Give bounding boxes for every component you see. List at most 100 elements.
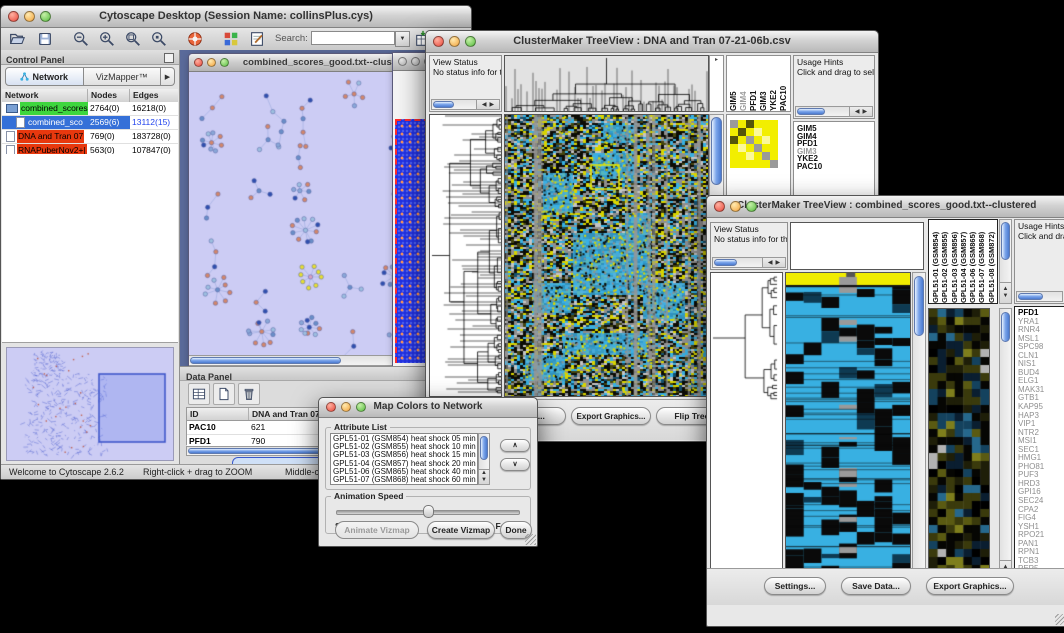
tv2-zoom-view[interactable]	[928, 308, 990, 582]
scrollbar-thumb[interactable]	[914, 276, 924, 336]
open-file-icon[interactable]	[7, 29, 27, 49]
attribute-list[interactable]: GPL51-01 (GSM854) heat shock 05 minGPL51…	[330, 433, 478, 485]
tv1-usage-hscrollbar[interactable]: ◀▶	[795, 106, 873, 117]
animate-vizmap-button[interactable]: Animate Vizmap	[335, 521, 419, 539]
network-name-cell: DNA and Tran 07	[2, 130, 88, 143]
minimize-icon[interactable]	[207, 58, 216, 67]
main-titlebar[interactable]: Cytoscape Desktop (Session Name: collins…	[1, 6, 471, 28]
scrollbar-thumb[interactable]	[1001, 312, 1010, 342]
close-icon[interactable]	[326, 402, 336, 412]
scrollbar-arrows[interactable]: ◀▶	[849, 107, 872, 116]
save-session-icon[interactable]	[35, 29, 55, 49]
save-data-button[interactable]: Save Data...	[841, 577, 911, 595]
attribute-list-label: Attribute List	[331, 422, 390, 432]
network-overview-canvas[interactable]	[7, 348, 174, 460]
minimize-icon[interactable]	[730, 201, 741, 212]
tv2-status-hscrollbar[interactable]: ◀▶	[712, 257, 786, 268]
vizmap-shortcut-icon[interactable]	[221, 29, 241, 49]
network-view-titlebar[interactable]: combined_scores_good.txt--cluste...	[189, 54, 422, 72]
tab-network[interactable]: Network	[5, 67, 84, 86]
attribute-list-item[interactable]: GPL51-07 (GSM868) heat shock 60 min	[333, 476, 477, 484]
scrollbar-thumb[interactable]	[714, 259, 737, 266]
scrollbar-arrows[interactable]: ▲▼	[1000, 282, 1011, 303]
export-graphics-button[interactable]: Export Graphics...	[926, 577, 1014, 595]
zoom-window-icon[interactable]	[356, 402, 366, 412]
create-vizmap-button[interactable]: Create Vizmap	[427, 521, 495, 539]
network-view-canvas[interactable]	[189, 72, 420, 355]
tab-vizmapper[interactable]: VizMapper™	[84, 67, 162, 86]
move-up-button[interactable]: ∧	[500, 439, 530, 452]
scrollbar-arrows[interactable]: ▲▼	[479, 469, 489, 484]
tv2-row-dendrogram[interactable]	[710, 272, 783, 592]
minimize-icon[interactable]	[24, 11, 35, 22]
main-window-title: Cytoscape Desktop (Session Name: collins…	[1, 10, 471, 22]
scrollbar-thumb[interactable]	[190, 357, 341, 364]
tv2-collabels-vscrollbar[interactable]: ▲▼	[999, 219, 1012, 304]
treeview2-titlebar[interactable]: ClusterMaker TreeView : combined_scores_…	[707, 196, 1064, 218]
zoom-fit-icon[interactable]	[123, 29, 143, 49]
network-table-header[interactable]: Network Nodes Edges	[2, 89, 178, 103]
speed-slider-track[interactable]	[336, 510, 520, 515]
float-panel-icon[interactable]	[164, 53, 174, 63]
speed-slider-thumb[interactable]	[423, 505, 434, 518]
network-table-row[interactable]: combined_sco2569(6)13112(15)	[2, 116, 178, 130]
zoom-in-icon[interactable]	[97, 29, 117, 49]
scrollbar-thumb[interactable]	[711, 117, 722, 185]
zoom-out-icon[interactable]	[71, 29, 91, 49]
close-icon[interactable]	[433, 36, 444, 47]
move-down-button[interactable]: ∨	[500, 458, 530, 471]
scrollbar-thumb[interactable]	[1018, 293, 1043, 300]
tv2-zoom-vscrollbar[interactable]: ▲▼	[999, 308, 1012, 582]
close-icon[interactable]	[714, 201, 725, 212]
close-icon[interactable]	[8, 11, 19, 22]
zoom-window-icon[interactable]	[465, 36, 476, 47]
close-icon[interactable]	[398, 57, 407, 66]
tv1-mini-heatmap[interactable]	[730, 120, 778, 168]
tv2-column-dendrogram[interactable]	[790, 222, 924, 270]
attribute-select-icon[interactable]	[188, 383, 210, 405]
close-icon[interactable]	[194, 58, 203, 67]
minimize-icon[interactable]	[411, 57, 420, 66]
scrollbar-arrows[interactable]: ◀▶	[476, 100, 499, 109]
zoom-selected-icon[interactable]	[149, 29, 169, 49]
network-table-row[interactable]: combined_scores2764(0)16218(0)	[2, 102, 178, 116]
treeview1-titlebar[interactable]: ClusterMaker TreeView : DNA and Tran 07-…	[426, 31, 878, 53]
export-graphics-button[interactable]: Export Graphics...	[571, 407, 651, 425]
zoom-window-icon[interactable]	[746, 201, 757, 212]
minimize-icon[interactable]	[341, 402, 351, 412]
resize-grip[interactable]	[1055, 614, 1064, 625]
zoom-window-icon[interactable]	[220, 58, 229, 67]
tv1-heatmap[interactable]	[504, 114, 709, 397]
tv1-column-dendrogram[interactable]	[504, 55, 709, 112]
tv1-status-hscrollbar[interactable]: ◀▶	[431, 99, 500, 110]
scrollbar-thumb[interactable]	[480, 436, 488, 460]
tv1-column-strip[interactable]: ▸	[709, 55, 724, 112]
annotation-icon[interactable]	[247, 29, 267, 49]
network-view-hscrollbar[interactable]: ◀▶	[189, 355, 422, 366]
network-table-row[interactable]: DNA and Tran 07769(0)183728(0)	[2, 130, 178, 144]
tv2-heatmap[interactable]	[785, 272, 911, 592]
resize-grip[interactable]	[525, 534, 536, 545]
tv1-row-dendrogram[interactable]	[429, 114, 502, 397]
settings-button[interactable]: Settings...	[764, 577, 826, 595]
dialog-titlebar[interactable]: Map Colors to Network	[319, 398, 537, 418]
new-attribute-icon[interactable]	[213, 383, 235, 405]
scrollbar-thumb[interactable]	[433, 101, 454, 108]
tv2-heatmap-vscrollbar[interactable]: ▲▼	[912, 272, 926, 592]
tab-overflow-arrow[interactable]: ▶	[161, 67, 175, 86]
network-overview[interactable]	[6, 347, 174, 461]
tv2-column-label: GPL51-08 (GSM872)	[987, 220, 995, 303]
delete-attribute-icon[interactable]	[238, 383, 260, 405]
minimize-icon[interactable]	[449, 36, 460, 47]
search-input[interactable]	[311, 31, 395, 45]
help-lifering-icon[interactable]	[185, 29, 205, 49]
attribute-list-vscrollbar[interactable]: ▲▼	[478, 433, 490, 485]
zoom-window-icon[interactable]	[40, 11, 51, 22]
desktop: Cytoscape Desktop (Session Name: collins…	[0, 0, 1064, 633]
tv2-usage-hscrollbar[interactable]	[1016, 291, 1063, 302]
scrollbar-arrows[interactable]: ◀▶	[762, 258, 785, 267]
scrollbar-thumb[interactable]	[1001, 222, 1010, 260]
search-dropdown-icon[interactable]: ▼	[395, 31, 410, 47]
mini-heatmap-cell	[754, 120, 762, 128]
scrollbar-thumb[interactable]	[797, 108, 825, 115]
